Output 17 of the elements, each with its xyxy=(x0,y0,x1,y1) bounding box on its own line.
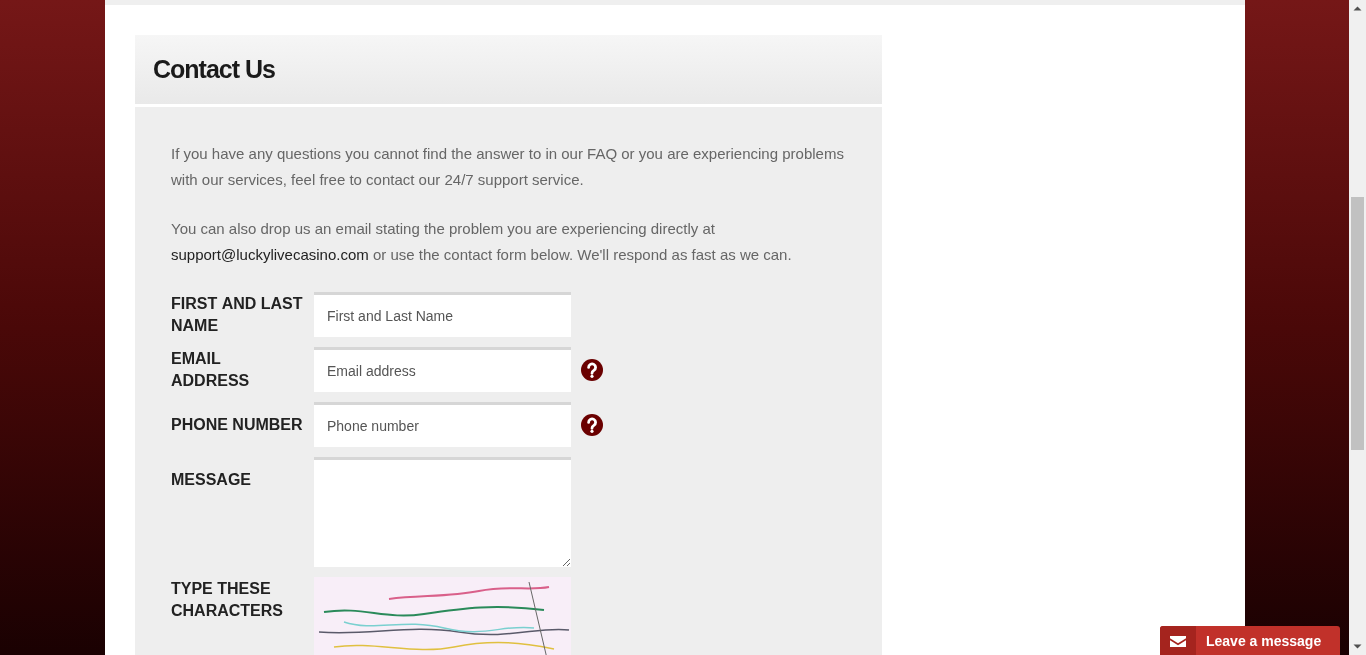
input-field[interactable]: First and Last Name xyxy=(314,292,571,337)
input-field[interactable]: Email address xyxy=(314,347,571,392)
email-paragraph: You can also drop us an email stating the problem you are experiencing directly at support@luckylivecasino.com or use the contact form below. We'll respond as fast as we can. xyxy=(171,219,793,265)
input-field[interactable]: Phone number xyxy=(314,402,571,447)
field-label: MESSAGE xyxy=(171,469,252,490)
intro-paragraph: If you have any questions you cannot find the answer to in our FAQ or you are experiencing problems with our services, feel free to contact our 24/7 support service. xyxy=(171,144,845,190)
field-label: TYPE THESE CHARACTERS xyxy=(171,578,284,621)
scrollbar-thumb[interactable] xyxy=(1351,197,1364,450)
field-label: EMAIL ADDRESS xyxy=(171,348,251,391)
leave-message-button[interactable]: Leave a message xyxy=(1160,626,1340,655)
help-icon[interactable] xyxy=(581,413,603,436)
field-label: PHONE NUMBER xyxy=(171,414,303,435)
help-icon[interactable] xyxy=(581,358,603,381)
email-link[interactable]: support@luckylivecasino.com xyxy=(171,246,369,263)
page-title: Contact Us xyxy=(153,55,275,84)
field-label: FIRST AND LAST NAME xyxy=(171,293,303,336)
message-field[interactable] xyxy=(314,457,571,567)
